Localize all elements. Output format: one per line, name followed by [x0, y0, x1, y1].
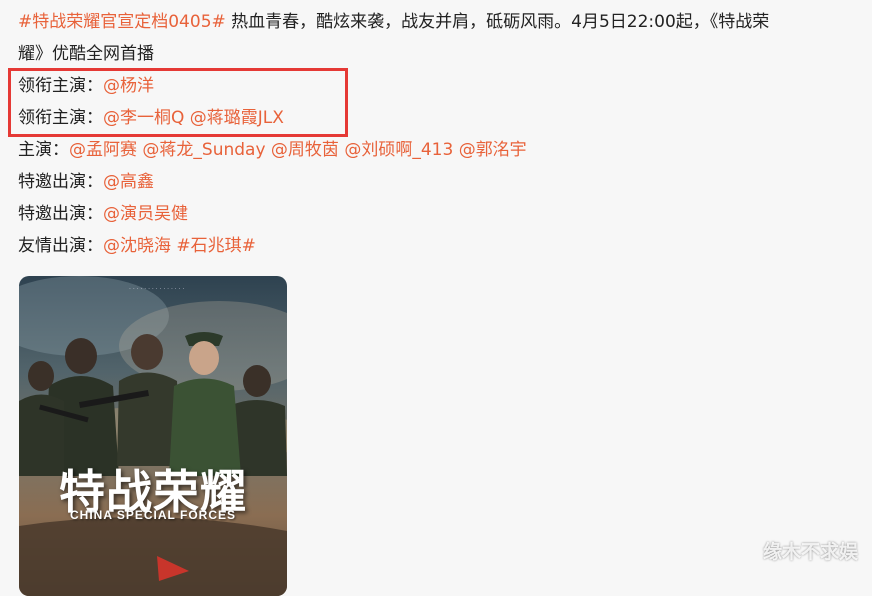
post-text: 热血青春，酷炫来袭，战友并肩，砥砺风雨。4月5日22:00起，《特战荣 — [226, 12, 770, 32]
friendship-guest-line: 友情出演：@沈晓海 #石兆琪# — [18, 230, 854, 262]
mention-link[interactable]: @蒋璐霞JLX — [190, 108, 284, 128]
mention-link[interactable]: @孟阿赛 — [69, 140, 137, 160]
role-label: 特邀出演： — [18, 172, 103, 192]
poster-artwork — [19, 276, 287, 596]
special-guest-line-1: 特邀出演：@高鑫 — [18, 166, 854, 198]
mention-link[interactable]: @周牧茵 — [271, 140, 339, 160]
role-label: 特邀出演： — [18, 204, 103, 224]
mention-link[interactable]: @高鑫 — [103, 172, 154, 192]
post-line-1: #特战荣耀官宣定档0405# 热血青春，酷炫来袭，战友并肩，砥砺风雨。4月5日2… — [18, 6, 854, 38]
hashtag-link[interactable]: #特战荣耀官宣定档0405# — [18, 12, 226, 32]
role-label: 主演： — [18, 140, 69, 160]
watermark-text: 缘木不求娱 — [763, 537, 858, 564]
poster-subtitle: CHINA SPECIAL FORCES — [19, 508, 287, 522]
mention-link[interactable]: @蒋龙_Sunday — [142, 140, 265, 160]
mention-link[interactable]: @郭洺宇 — [459, 140, 527, 160]
mention-link[interactable]: @沈晓海 — [103, 236, 171, 256]
mention-link[interactable]: @杨洋 — [103, 76, 154, 96]
role-label: 领衔主演： — [18, 76, 103, 96]
poster-image[interactable]: · · · · · · · · · · · · · · · 特战荣耀 CHINA… — [19, 276, 287, 596]
main-cast-line: 主演：@孟阿赛 @蒋龙_Sunday @周牧茵 @刘硕啊_413 @郭洺宇 — [18, 134, 854, 166]
lead-cast-line-2: 领衔主演：@李一桐Q @蒋璐霞JLX — [18, 102, 854, 134]
hashtag-link[interactable]: #石兆琪# — [176, 236, 256, 256]
mention-link[interactable]: @刘硕啊_413 — [344, 140, 453, 160]
special-guest-line-2: 特邀出演：@演员吴健 — [18, 198, 854, 230]
role-label: 友情出演： — [18, 236, 103, 256]
role-label: 领衔主演： — [18, 108, 103, 128]
mention-link[interactable]: @演员吴健 — [103, 204, 188, 224]
post-text: 耀》优酷全网首播 — [18, 44, 154, 64]
mention-link[interactable]: @李一桐Q — [103, 108, 184, 128]
lead-cast-line-1: 领衔主演：@杨洋 — [18, 70, 854, 102]
post-line-2: 耀》优酷全网首播 — [18, 38, 854, 70]
poster-credits: · · · · · · · · · · · · · · · — [129, 286, 279, 293]
